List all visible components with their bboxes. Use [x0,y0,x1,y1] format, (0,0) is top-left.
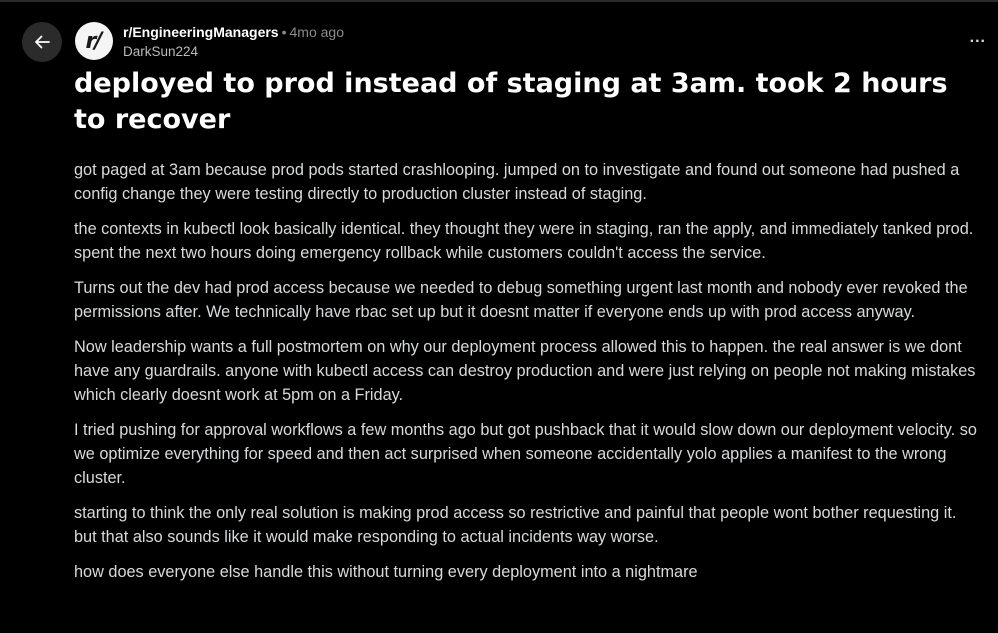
back-button[interactable] [22,22,62,62]
post-paragraph: Now leadership wants a full postmortem o… [74,338,976,404]
subreddit-avatar-text: r/ [85,28,103,54]
arrow-left-icon [35,35,50,49]
post-body: got paged at 3am because prod pods start… [74,158,979,595]
subreddit-name-link[interactable]: r/EngineeringManagers [123,24,279,40]
post-paragraph: Turns out the dev had prod access becaus… [74,279,968,321]
post-paragraph: got paged at 3am because prod pods start… [74,161,960,203]
post-time: 4mo ago [289,24,344,40]
more-options-button[interactable]: ... [970,30,986,46]
post-paragraph: the contexts in kubectl look basically i… [74,220,974,262]
top-divider [0,0,998,2]
meta-separator: • [281,24,287,40]
post-title: deployed to prod instead of staging at 3… [74,68,948,135]
post-paragraph: how does everyone else handle this witho… [74,563,698,581]
author-link[interactable]: DarkSun224 [123,42,344,61]
post-meta-line: r/EngineeringManagers • 4mo ago [123,23,344,42]
subreddit-avatar[interactable]: r/ [75,22,113,60]
post-paragraph: starting to think the only real solution… [74,504,957,546]
more-horizontal-icon: ... [969,29,986,46]
post-meta: r/EngineeringManagers • 4mo ago DarkSun224 [123,23,344,61]
post-paragraph: I tried pushing for approval workflows a… [74,421,977,487]
